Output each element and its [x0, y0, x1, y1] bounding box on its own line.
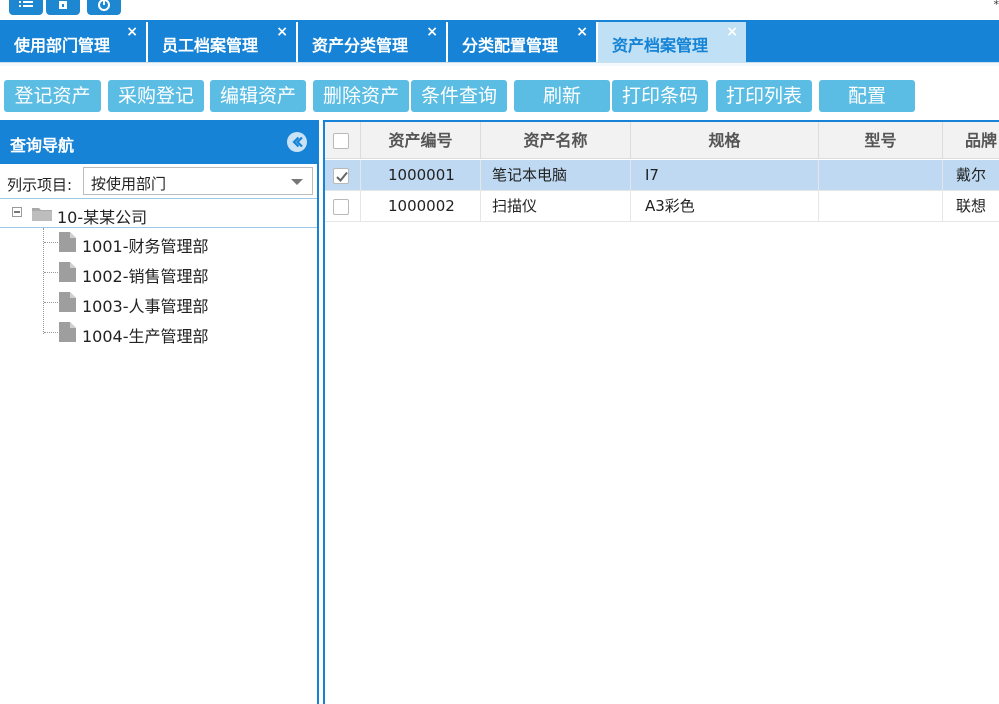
column-header-brand[interactable]: 品牌: [943, 122, 999, 159]
tab-asset-records[interactable]: 资产档案管理 ×: [598, 22, 746, 62]
cell-brand: 联想: [956, 197, 987, 215]
tab-label: 使用部门管理: [14, 36, 111, 55]
department-tree: 10-某某公司 1001-财务管理部 1002-销售管理部 1003-人事管理部…: [0, 198, 317, 704]
refresh-button[interactable]: 刷新: [514, 80, 610, 112]
table-row[interactable]: 1000002 扫描仪 A3彩色 联想: [325, 191, 999, 222]
tree-node-label: 1003-人事管理部: [82, 297, 209, 316]
folder-icon: [32, 208, 52, 221]
column-header-spec[interactable]: 规格: [631, 122, 819, 159]
lock-button[interactable]: [46, 0, 80, 15]
filter-value: 按使用部门: [91, 175, 167, 193]
cell-asset-number: 1000001: [361, 160, 481, 191]
tab-bar: 使用部门管理 × 员工档案管理 × 资产分类管理 × 分类配置管理 × 资产档案…: [0, 20, 999, 62]
edit-asset-button[interactable]: 编辑资产: [210, 80, 306, 112]
cell-spec: A3彩色: [631, 191, 819, 222]
register-asset-button[interactable]: 登记资产: [4, 80, 101, 112]
filter-row: 列示项目: 按使用部门: [0, 164, 317, 198]
tree-node[interactable]: 1003-人事管理部: [0, 288, 317, 318]
menu-button[interactable]: [9, 0, 43, 15]
chevron-left-circle-icon: [292, 136, 303, 148]
query-navigation-panel: 查询导航 列示项目: 按使用部门 10-某某公司 1001-财务管理部 1002…: [0, 120, 319, 704]
row-select-cell: [325, 191, 361, 222]
row-checkbox[interactable]: [333, 199, 349, 215]
column-header-model[interactable]: 型号: [819, 122, 943, 159]
file-icon: [59, 262, 76, 282]
file-icon: [59, 232, 76, 252]
toolbar: 登记资产 采购登记 编辑资产 删除资产 条件查询 刷新 打印条码 打印列表 配置: [0, 66, 999, 120]
purchase-register-button[interactable]: 采购登记: [108, 80, 204, 112]
file-icon: [59, 292, 76, 312]
tab-label: 资产分类管理: [312, 36, 409, 55]
asset-grid: 资产编号 资产名称 规格 型号 品牌 1000001 笔记本电脑 I7 戴尔 1…: [323, 120, 999, 704]
cell-spec: I7: [631, 160, 819, 191]
select-all-checkbox[interactable]: [333, 133, 349, 149]
cell-asset-name: 扫描仪: [481, 191, 631, 222]
top-icon-bar: *: [0, 0, 999, 20]
row-checkbox[interactable]: [333, 168, 349, 184]
delete-asset-button[interactable]: 删除资产: [313, 80, 409, 112]
cell-asset-number: 1000002: [361, 191, 481, 222]
cell-model: [819, 160, 943, 191]
print-list-button[interactable]: 打印列表: [716, 80, 812, 112]
chevron-down-icon: [291, 179, 303, 185]
collapse-button[interactable]: [287, 132, 307, 152]
nav-header: 查询导航: [0, 120, 317, 164]
cell-brand: 戴尔: [956, 166, 987, 184]
column-header-asset-name[interactable]: 资产名称: [481, 122, 631, 159]
tab-category-config[interactable]: 分类配置管理 ×: [448, 22, 598, 62]
tree-node[interactable]: 1002-销售管理部: [0, 258, 317, 288]
power-icon: [98, 0, 110, 11]
cell-model: [819, 191, 943, 222]
tab-employee-records[interactable]: 员工档案管理 ×: [148, 22, 298, 62]
close-icon[interactable]: ×: [576, 24, 588, 40]
tab-asset-category[interactable]: 资产分类管理 ×: [298, 22, 448, 62]
tree-node-label: 1002-销售管理部: [82, 267, 209, 286]
column-header-asset-number[interactable]: 资产编号: [361, 122, 481, 159]
table-row[interactable]: 1000001 笔记本电脑 I7 戴尔: [325, 160, 999, 191]
power-button[interactable]: [87, 0, 121, 15]
tree-node[interactable]: 1004-生产管理部: [0, 318, 317, 348]
app-window: * 使用部门管理 × 员工档案管理 × 资产分类管理 × 分类配置管理 × 资产…: [0, 0, 999, 704]
tree-root-node[interactable]: 10-某某公司: [0, 198, 317, 228]
tree-branch-line: [44, 242, 58, 243]
grid-header: 资产编号 资产名称 规格 型号 品牌: [325, 122, 999, 159]
close-icon[interactable]: ×: [276, 24, 288, 40]
condition-query-button[interactable]: 条件查询: [411, 80, 507, 112]
filter-select[interactable]: 按使用部门: [83, 167, 313, 195]
tree-branch-line: [44, 302, 58, 303]
checkmark-icon: [336, 171, 348, 182]
tree-node-label: 1004-生产管理部: [82, 327, 209, 346]
filter-label: 列示项目:: [7, 176, 73, 194]
tree-node-label: 1001-财务管理部: [82, 237, 209, 256]
collapse-toggle-icon[interactable]: [12, 207, 22, 217]
close-icon[interactable]: ×: [126, 24, 138, 40]
cell-asset-name: 笔记本电脑: [481, 160, 631, 191]
header-select-cell: [325, 122, 361, 159]
list-icon: [19, 1, 33, 7]
tab-label: 资产档案管理: [612, 36, 709, 55]
tree-node[interactable]: 1001-财务管理部: [0, 228, 317, 258]
nav-title: 查询导航: [10, 136, 75, 155]
corner-mark: *: [993, 0, 999, 11]
close-icon[interactable]: ×: [426, 24, 438, 40]
lock-icon: [59, 1, 67, 9]
tree-root-label: 10-某某公司: [57, 208, 148, 227]
tab-label: 员工档案管理: [162, 36, 259, 55]
tab-department-management[interactable]: 使用部门管理 ×: [0, 22, 148, 62]
tree-branch-line: [44, 272, 58, 273]
close-icon[interactable]: ×: [726, 24, 738, 40]
tree-branch-line: [44, 332, 58, 333]
config-button[interactable]: 配置: [819, 80, 915, 112]
row-select-cell: [325, 160, 361, 191]
file-icon: [59, 322, 76, 342]
print-barcode-button[interactable]: 打印条码: [612, 80, 708, 112]
tab-label: 分类配置管理: [462, 36, 559, 55]
